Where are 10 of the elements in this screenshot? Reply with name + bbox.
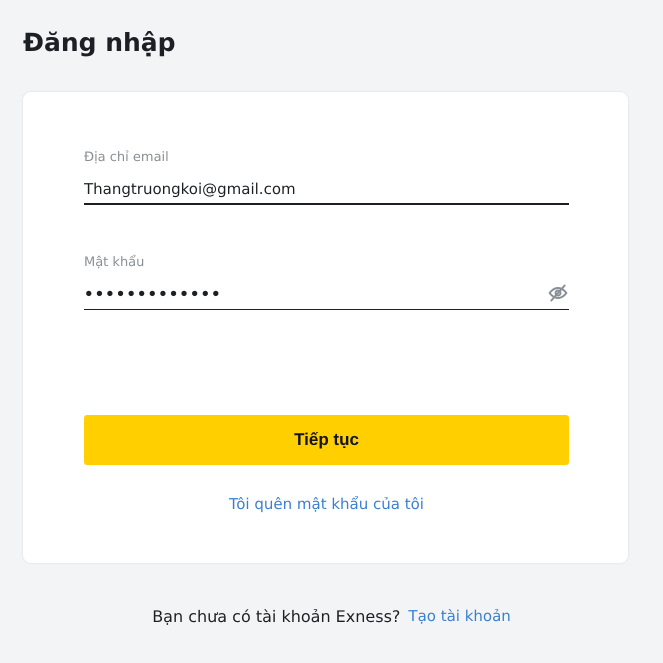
eye-off-icon[interactable] <box>547 283 569 303</box>
field-label: Địa chỉ email <box>84 150 170 165</box>
password-field[interactable]: ••••••••••••• <box>84 280 569 310</box>
page-title: Đăng nhập <box>23 27 177 59</box>
forgot-password-link[interactable]: Tôi quên mật khẩu của tôi <box>229 495 424 513</box>
continue-button[interactable]: Tiếp tục <box>84 415 569 465</box>
footer-text: Bạn chưa có tài khoản Exness? <box>152 607 400 626</box>
field-label: Mật khẩu <box>84 255 146 270</box>
create-account-link[interactable]: Tạo tài khoản <box>408 607 511 626</box>
email-field[interactable]: Thangtruongkoi@gmail.com <box>84 175 569 205</box>
